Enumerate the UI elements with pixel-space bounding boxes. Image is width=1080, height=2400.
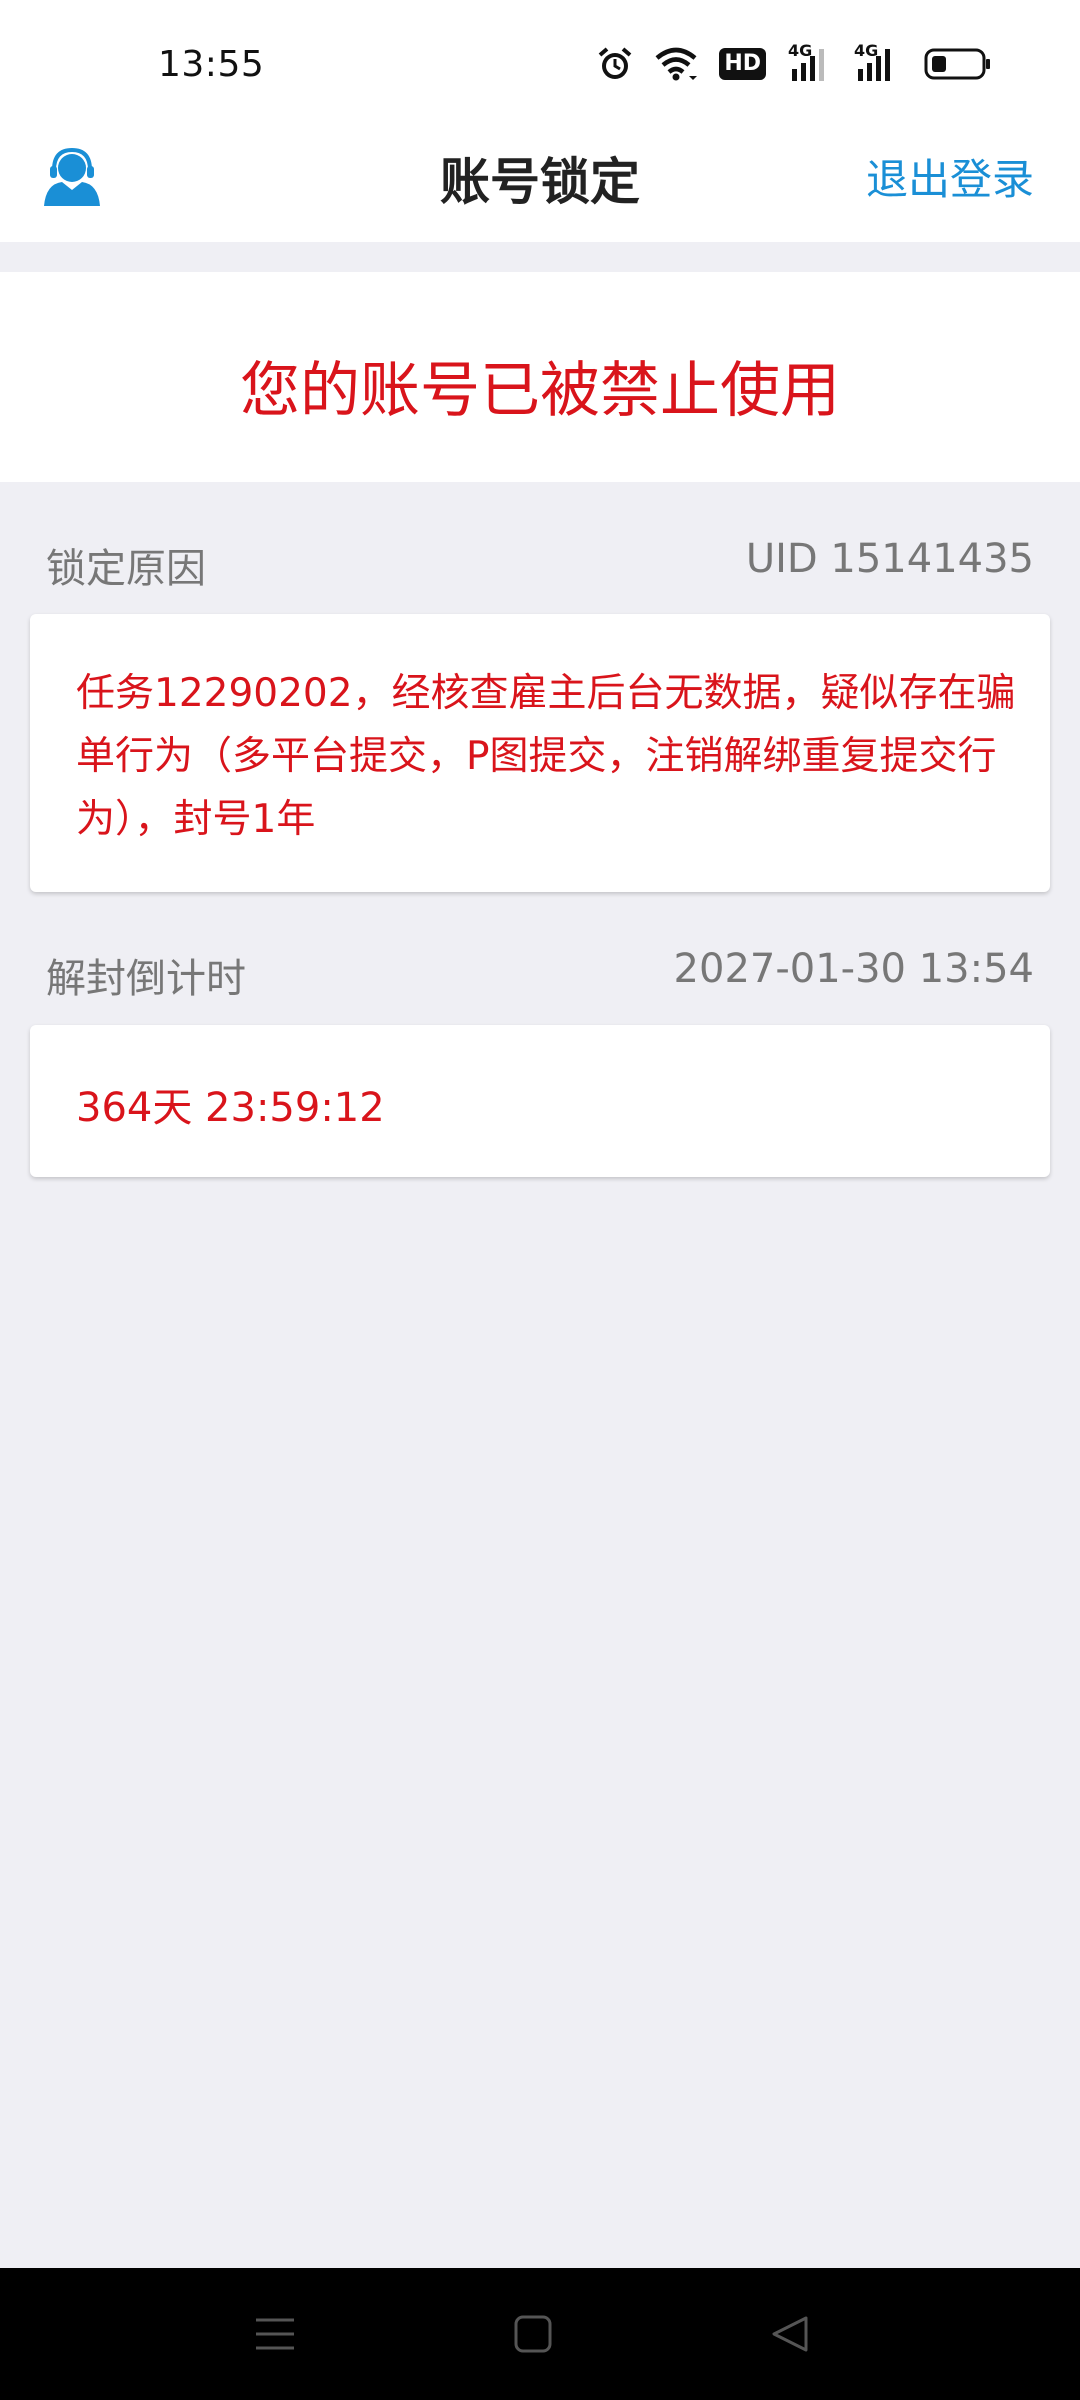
battery-icon (924, 47, 992, 81)
back-icon[interactable] (766, 2312, 816, 2356)
lock-reason-header: 锁定原因 UID 15141435 (46, 536, 1034, 592)
lock-reason-text: 任务12290202，经核查雇主后台无数据，疑似存在骗单行为（多平台提交，P图提… (76, 671, 1016, 842)
unlock-countdown-header: 解封倒计时 2027-01-30 13:54 (46, 946, 1034, 1002)
status-time: 13:55 (158, 44, 265, 85)
lock-reason-card: 任务12290202，经核查雇主后台无数据，疑似存在骗单行为（多平台提交，P图提… (30, 614, 1050, 892)
countdown-remaining: 364天 23:59:12 (76, 1085, 385, 1131)
ban-banner: 您的账号已被禁止使用 (0, 272, 1080, 482)
lock-reason-label: 锁定原因 (46, 546, 206, 592)
ban-message: 您的账号已被禁止使用 (240, 356, 840, 426)
signal-4g-icon: 4G (854, 41, 902, 83)
system-nav-bar (0, 2268, 1080, 2400)
hd-icon: HD (719, 48, 766, 80)
menu-icon[interactable] (250, 2312, 300, 2356)
uid-label: UID 15141435 (745, 536, 1034, 582)
wifi-icon (655, 46, 698, 82)
hd-label: HD (724, 51, 761, 76)
alarm-icon (597, 46, 633, 82)
app-header: 账号锁定 退出登录 (0, 120, 1080, 242)
signal-4g-icon: 4G (788, 41, 832, 83)
unlock-time: 2027-01-30 13:54 (673, 946, 1034, 992)
countdown-card: 364天 23:59:12 (30, 1025, 1050, 1177)
unlock-countdown-label: 解封倒计时 (46, 956, 246, 1002)
logout-button[interactable]: 退出登录 (866, 146, 1034, 207)
status-bar: 13:55 HD 4G 4G (0, 0, 1080, 120)
home-icon[interactable] (508, 2312, 558, 2356)
account-locked-screen: 13:55 HD 4G 4G 账号锁定 退出登录 您的账号已被禁止使用 锁定原因… (0, 0, 1080, 2400)
status-icons: HD 4G 4G (597, 41, 992, 84)
